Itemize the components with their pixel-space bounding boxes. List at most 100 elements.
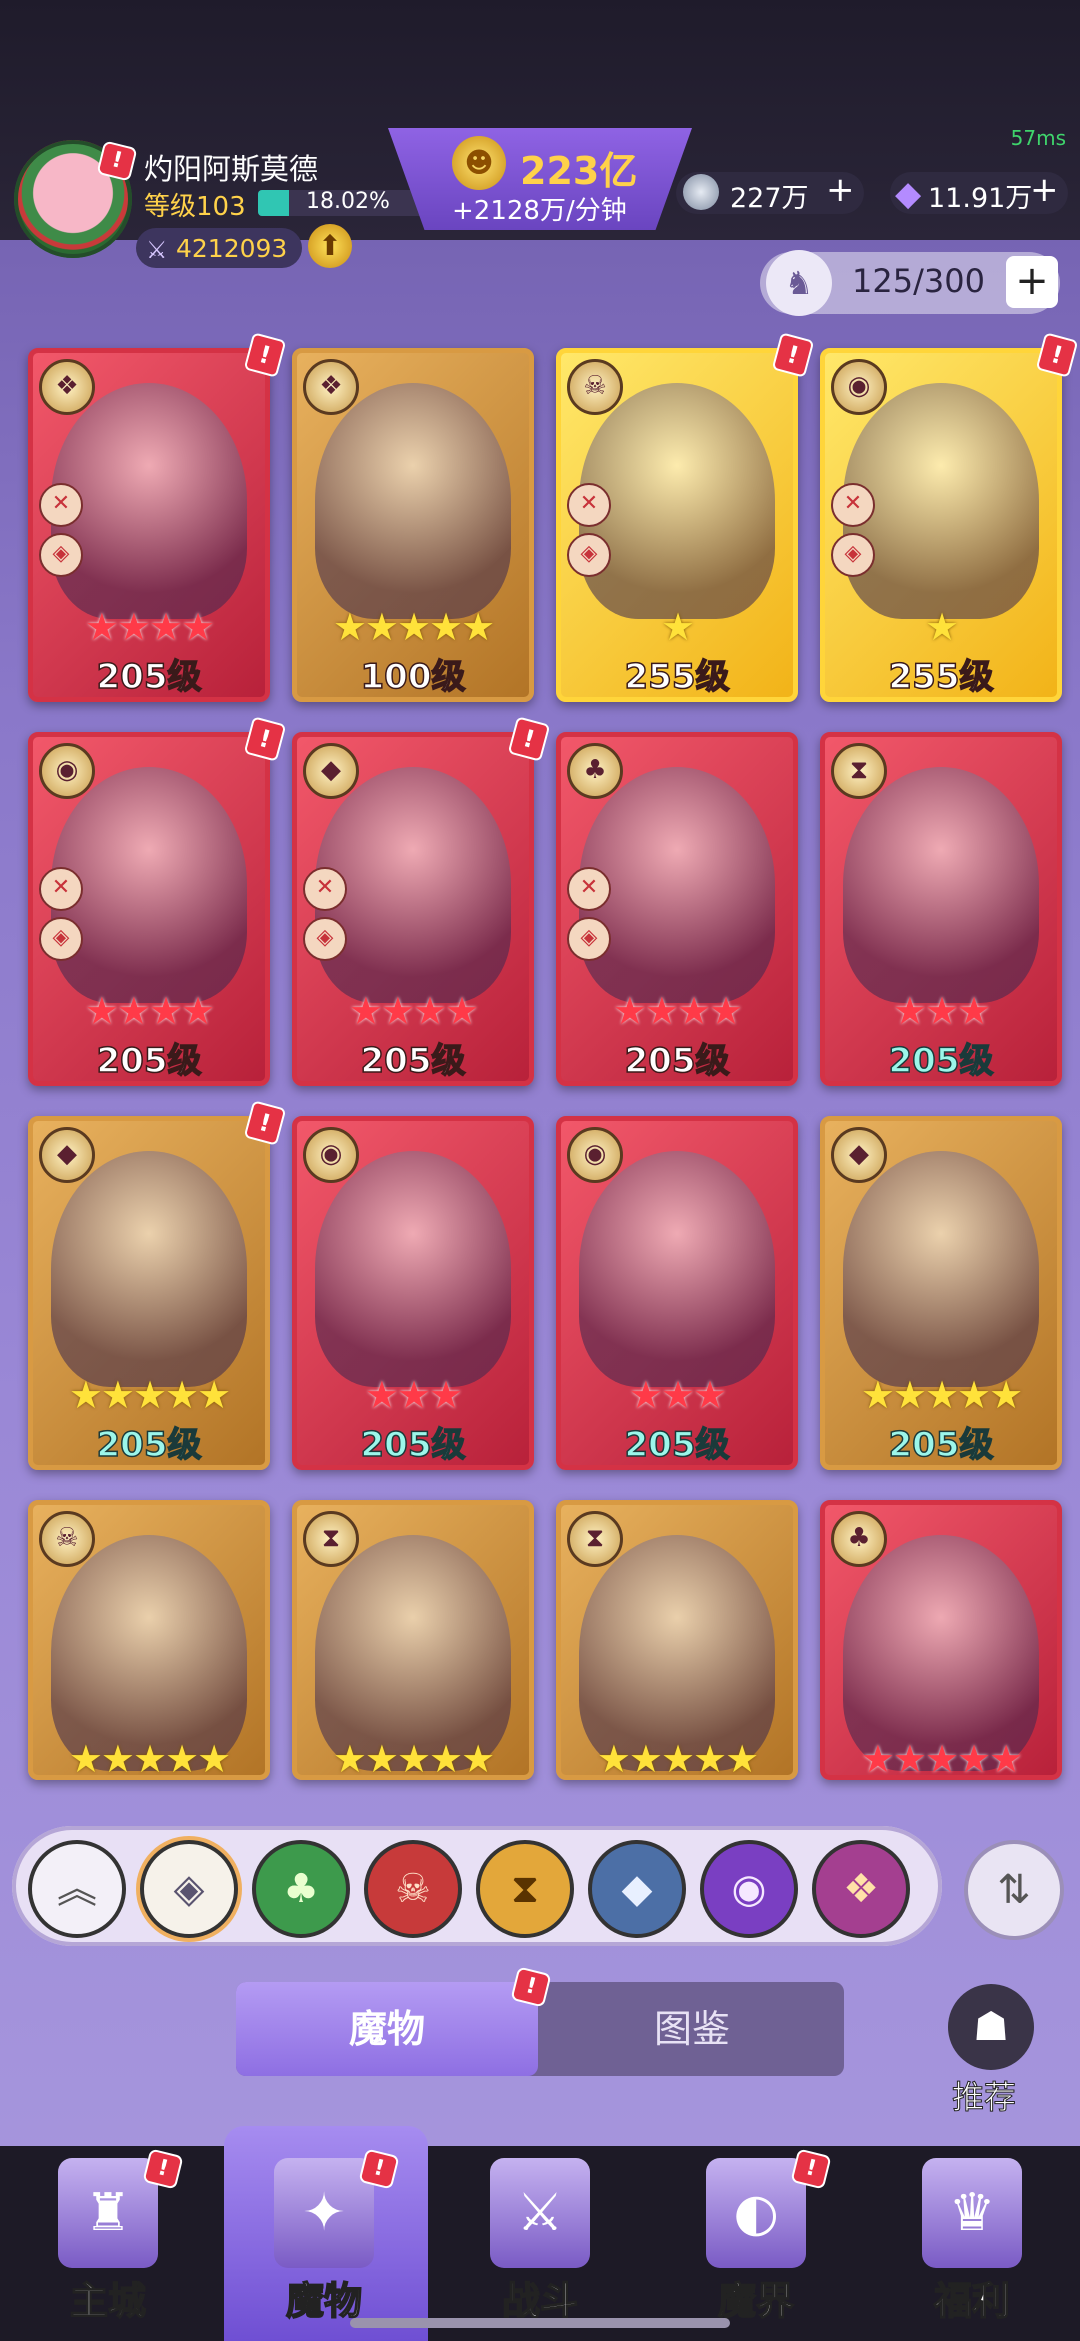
eye-filter-button[interactable]: ◉ [700, 1840, 798, 1938]
star-rating: ★★★★★ [332, 1737, 495, 1780]
tab-dex[interactable]: 图鉴 [560, 1982, 824, 2076]
monster-slot-icon: ♞ [766, 250, 832, 316]
monster-portrait [579, 1151, 775, 1387]
silver-coin-icon [683, 174, 719, 210]
star-rating: ★★★★ [84, 989, 215, 1033]
monster-card[interactable]: ♣ ★★★★★ [820, 1500, 1062, 1780]
recommend-button[interactable]: ☗ [948, 1984, 1034, 2070]
dragon-icon: ◆ [303, 743, 359, 799]
eye-icon: ◉ [731, 1866, 767, 1912]
card-alert-badge: ! [243, 716, 287, 762]
monster-portrait [315, 1151, 511, 1387]
monster-card[interactable]: ◉ ★★★ 205级 [556, 1116, 798, 1470]
monster-portrait [843, 1151, 1039, 1387]
star-rating: ★★★★ [84, 605, 215, 649]
hourglass-icon: ⧗ [567, 1511, 623, 1567]
hourglass-filter-button[interactable]: ⧗ [476, 1840, 574, 1938]
monster-card[interactable]: ◉ ✕ ◈ ★★★★ 205级 [28, 732, 270, 1086]
add-silver-button[interactable]: + [826, 170, 855, 210]
monster-portrait [51, 1151, 247, 1387]
expand-roster-button[interactable]: + [1006, 256, 1058, 308]
monster-card[interactable]: ☠ ★★★★★ [28, 1500, 270, 1780]
monster-card[interactable]: ❖ ✕ ◈ ★★★★ 205级 [28, 348, 270, 702]
monster-portrait [843, 767, 1039, 1003]
group-icon: ☗ [973, 2004, 1009, 2050]
monster-card[interactable]: ◆ ★★★★★ 205级 [28, 1116, 270, 1470]
shield-badge-icon: ◈ [567, 917, 611, 961]
nav-monster-flame[interactable]: ✦ 魔物! [216, 2146, 432, 2341]
monster-card[interactable]: ◉ ★★★ 205级 [292, 1116, 534, 1470]
leaf-filter-button[interactable]: ♣ [252, 1840, 350, 1938]
star-rating: ★ [660, 605, 695, 649]
monster-card[interactable]: ⧗ ★★★ 205级 [820, 732, 1062, 1086]
collapse-filter-button[interactable]: ︽ [28, 1840, 126, 1938]
monster-level: 205级 [624, 1424, 730, 1465]
nav-sword-shield[interactable]: ⚔ 战斗 [432, 2146, 648, 2341]
chaos-icon: ❖ [843, 1866, 879, 1912]
monster-card[interactable]: ☠ ✕ ◈ ★ 255级 [556, 348, 798, 702]
chaos-icon: ❖ [303, 359, 359, 415]
leaf-icon: ♣ [831, 1511, 887, 1567]
sword-icon: ⚔ [146, 236, 168, 264]
nav-label: 魔界 [717, 2278, 795, 2324]
all-factions-filter-button[interactable]: ◈ [140, 1840, 238, 1938]
dragon-icon: ◆ [621, 1866, 653, 1912]
power-value: 4212093 [176, 234, 288, 263]
star-rating: ★★★★★ [68, 1373, 231, 1417]
star-rating: ★★★★ [612, 989, 743, 1033]
demon-icon: ☠ [395, 1866, 431, 1912]
shield-badge-icon: ◈ [39, 533, 83, 577]
nav-castle[interactable]: ♜ 主城! [0, 2146, 216, 2341]
all-factions-icon: ◈ [173, 1866, 205, 1912]
collapse-icon: ︽ [57, 1866, 97, 1912]
nav-label: 战斗 [501, 2278, 579, 2324]
add-gem-button[interactable]: + [1030, 170, 1059, 210]
attack-badge-icon: ✕ [303, 867, 347, 911]
hourglass-icon: ⧗ [831, 743, 887, 799]
sort-button[interactable]: ⇅ [964, 1840, 1064, 1940]
monster-level: 205级 [96, 1040, 202, 1081]
monster-portrait [843, 1535, 1039, 1771]
star-rating: ★★★★★ [68, 1737, 231, 1780]
star-rating: ★★★ [364, 1373, 463, 1417]
monster-portrait [315, 1535, 511, 1771]
card-alert-badge: ! [243, 332, 287, 378]
shield-badge-icon: ◈ [39, 917, 83, 961]
attack-badge-icon: ✕ [39, 483, 83, 527]
gold-rate: +2128万/分钟 [452, 196, 627, 226]
demon-filter-button[interactable]: ☠ [364, 1840, 462, 1938]
shield-badge-icon: ◈ [567, 533, 611, 577]
roster-count: 125/300 [852, 262, 985, 300]
monster-card[interactable]: ⧗ ★★★★★ [292, 1500, 534, 1780]
card-alert-badge: ! [771, 332, 815, 378]
star-rating: ★★★ [892, 989, 991, 1033]
monster-card[interactable]: ◉ ✕ ◈ ★ 255级 [820, 348, 1062, 702]
nav-portal[interactable]: ◐ 魔界! [648, 2146, 864, 2341]
xp-bar-fill [258, 190, 290, 216]
monster-card[interactable]: ◆ ✕ ◈ ★★★★ 205级 [292, 732, 534, 1086]
monster-portrait [315, 383, 511, 619]
chaos-filter-button[interactable]: ❖ [812, 1840, 910, 1938]
nav-treasure-chest[interactable]: ♛ 福利 [864, 2146, 1080, 2341]
monster-level: 205级 [624, 1040, 730, 1081]
monster-level: 205级 [96, 656, 202, 697]
monster-level: 205级 [888, 1040, 994, 1081]
treasure-chest-icon: ♛ [922, 2158, 1022, 2268]
chaos-icon: ❖ [39, 359, 95, 415]
monster-level: 100级 [360, 656, 466, 697]
xp-percent: 18.02% [306, 189, 390, 214]
monster-card[interactable]: ❖ ★★★★★ 100级 [292, 348, 534, 702]
power-up-arrow-button[interactable]: ⬆ [308, 224, 352, 268]
monster-portrait [579, 1535, 775, 1771]
monster-card[interactable]: ⧗ ★★★★★ [556, 1500, 798, 1780]
monster-card[interactable]: ♣ ✕ ◈ ★★★★ 205级 [556, 732, 798, 1086]
card-alert-badge: ! [1035, 332, 1079, 378]
leaf-icon: ♣ [567, 743, 623, 799]
eye-icon: ◉ [39, 743, 95, 799]
eye-icon: ◉ [303, 1127, 359, 1183]
monster-level: 255级 [888, 656, 994, 697]
dragon-filter-button[interactable]: ◆ [588, 1840, 686, 1938]
monster-card[interactable]: ◆ ★★★★★ 205级 [820, 1116, 1062, 1470]
tab-monster[interactable]: 魔物 [236, 1982, 538, 2076]
demon-icon: ☠ [567, 359, 623, 415]
